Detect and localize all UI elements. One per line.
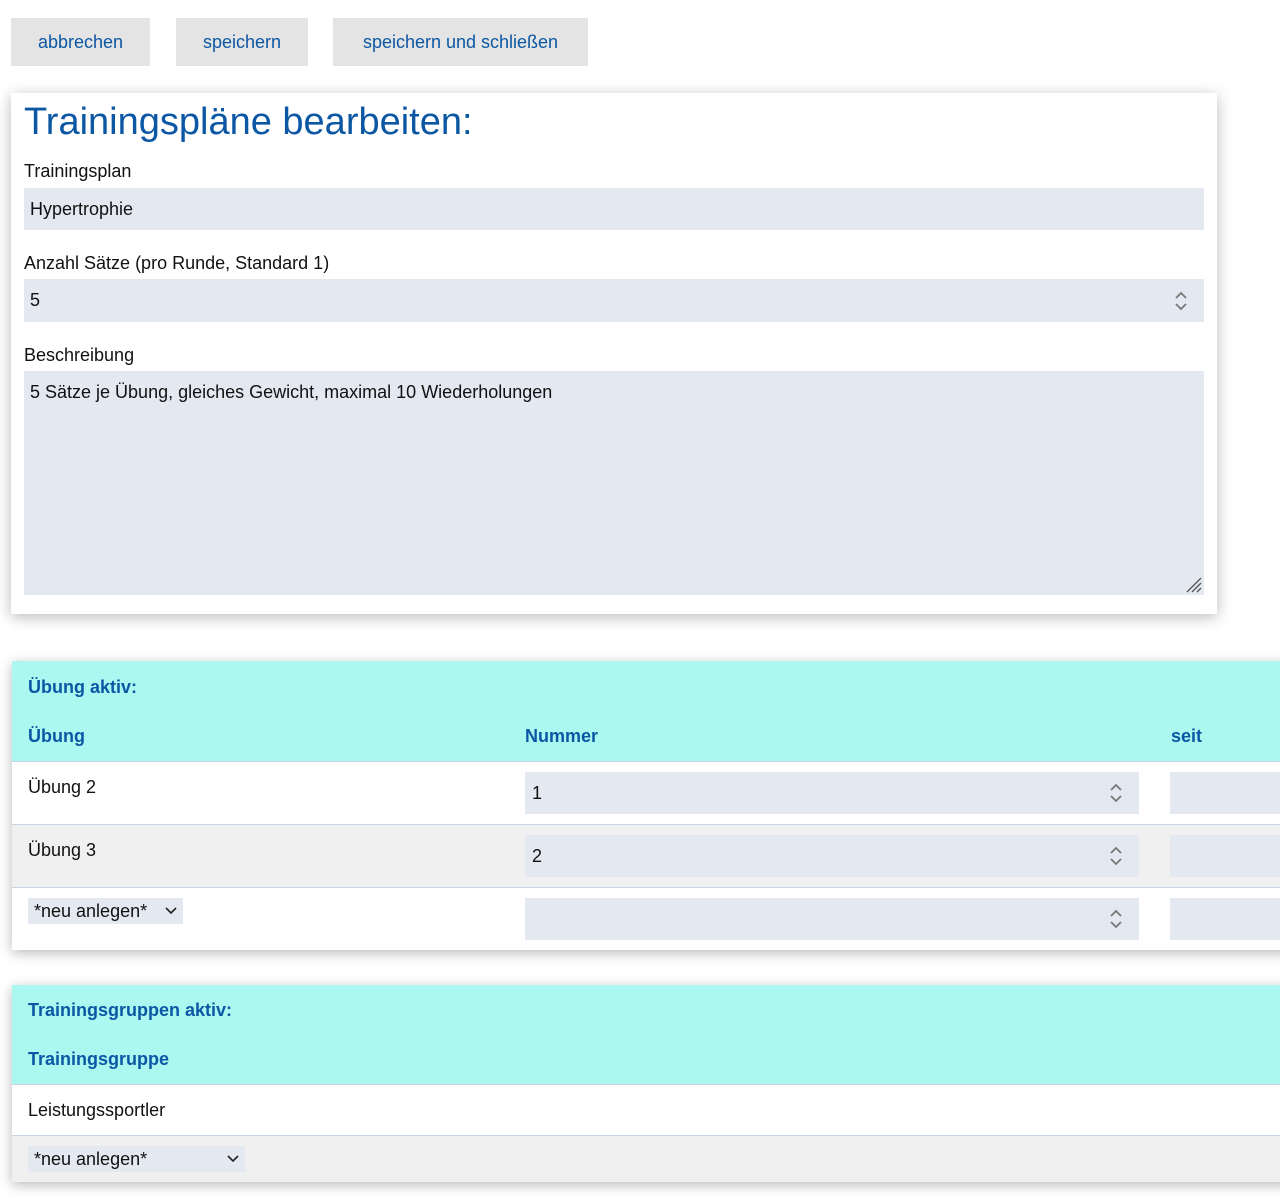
table-row-new: *neu anlegen* — [12, 1135, 1280, 1182]
description-value: 5 Sätze je Übung, gleiches Gewicht, maxi… — [30, 382, 553, 402]
column-header-training-group: Trainingsgruppe — [28, 1049, 170, 1069]
table-row-new: *neu anlegen* — [12, 887, 1280, 950]
training-groups-panel: Trainingsgruppen aktiv: Trainingsgruppe … — [12, 985, 1280, 1182]
plan-name-input[interactable]: Hypertrophie — [24, 188, 1204, 230]
since-date-input[interactable] — [1170, 772, 1280, 814]
new-training-group-select[interactable]: *neu anlegen* — [28, 1146, 245, 1172]
exercises-header: Übung aktiv: Übung Nummer seit — [12, 661, 1280, 761]
plan-label: Trainingsplan — [24, 161, 132, 181]
exercise-name: Übung 3 — [28, 840, 97, 860]
spinner-arrows-icon[interactable] — [1109, 844, 1123, 868]
exercise-number-input[interactable]: 2 — [525, 835, 1139, 877]
exercise-number-value: 1 — [532, 783, 543, 803]
exercise-name: Übung 2 — [28, 777, 97, 797]
page-title: Trainingspläne bearbeiten: — [24, 101, 473, 143]
new-since-date-input[interactable] — [1170, 898, 1280, 940]
column-header-number: Nummer — [525, 726, 599, 746]
exercises-panel: Übung aktiv: Übung Nummer seit Übung 2 1… — [12, 661, 1280, 950]
spinner-arrows-icon[interactable] — [1109, 907, 1123, 931]
description-label: Beschreibung — [24, 345, 135, 365]
sets-label: Anzahl Sätze (pro Runde, Standard 1) — [24, 253, 330, 273]
training-groups-title: Trainingsgruppen aktiv: — [28, 1000, 233, 1020]
new-training-group-select-value: *neu anlegen* — [34, 1149, 148, 1169]
chevron-down-icon — [165, 907, 177, 915]
chevron-down-icon — [227, 1155, 239, 1163]
table-row: Übung 2 1 — [12, 761, 1280, 824]
cancel-button[interactable]: abbrechen — [11, 18, 150, 66]
new-exercise-select[interactable]: *neu anlegen* — [28, 898, 183, 924]
spinner-arrows-icon[interactable] — [1174, 289, 1188, 313]
sets-number-input[interactable]: 5 — [24, 279, 1204, 322]
column-header-exercise: Übung — [28, 726, 85, 746]
since-date-input[interactable] — [1170, 835, 1280, 877]
exercises-title: Übung aktiv: — [28, 677, 138, 697]
table-row: Leistungssportler — [12, 1084, 1280, 1135]
exercise-number-input[interactable]: 1 — [525, 772, 1139, 814]
sets-value: 5 — [30, 290, 41, 310]
edit-plan-card: Trainingspläne bearbeiten: Trainingsplan… — [11, 93, 1217, 614]
new-exercise-number-input[interactable] — [525, 898, 1139, 940]
new-exercise-select-value: *neu anlegen* — [34, 901, 148, 921]
training-group-name: Leistungssportler — [28, 1100, 166, 1120]
table-row: Übung 3 2 — [12, 824, 1280, 887]
exercise-number-value: 2 — [532, 846, 543, 866]
save-and-close-button[interactable]: speichern und schließen — [333, 18, 588, 66]
training-groups-header: Trainingsgruppen aktiv: Trainingsgruppe — [12, 985, 1280, 1084]
description-textarea[interactable]: 5 Sätze je Übung, gleiches Gewicht, maxi… — [24, 371, 1204, 595]
save-button[interactable]: speichern — [176, 18, 308, 66]
spinner-arrows-icon[interactable] — [1109, 781, 1123, 805]
column-header-since: seit — [1171, 726, 1203, 746]
resize-handle-icon[interactable] — [1184, 575, 1202, 593]
